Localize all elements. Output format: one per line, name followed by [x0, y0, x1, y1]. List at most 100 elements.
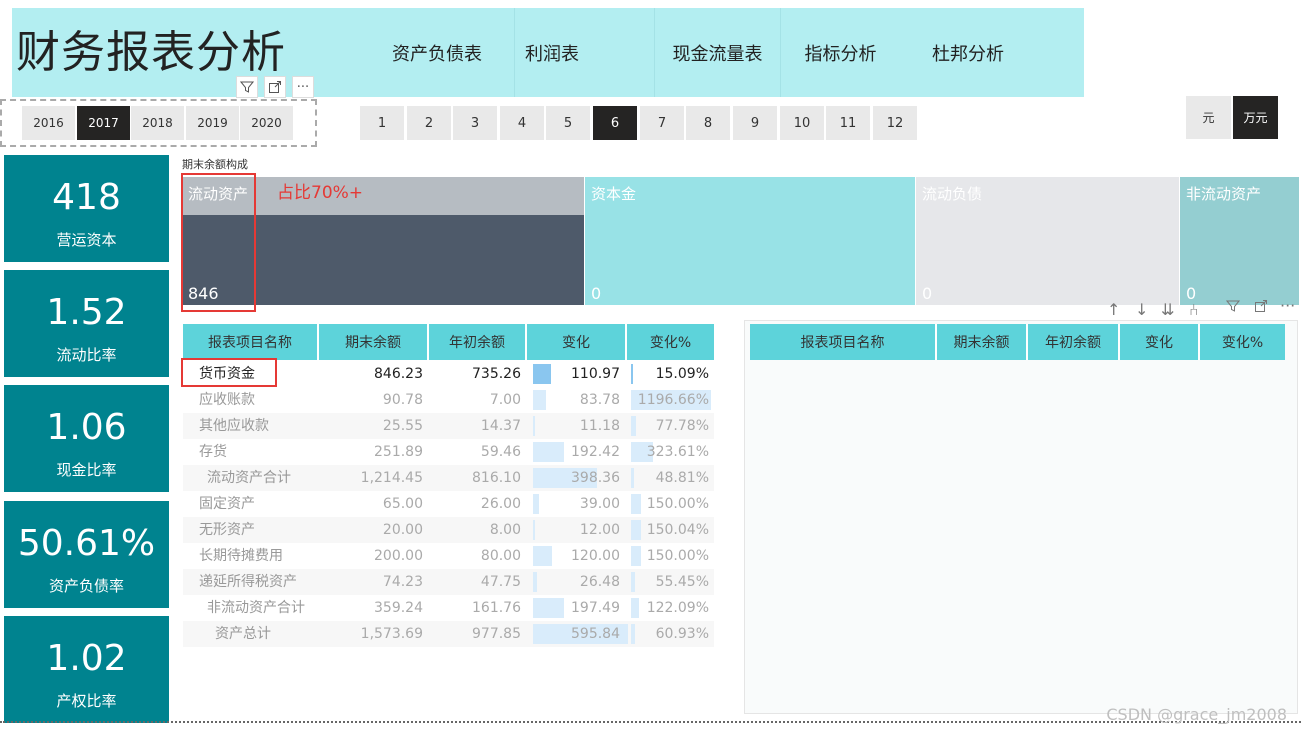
kpi-value: 1.02: [46, 638, 127, 679]
row-change-pct: 48.81%: [655, 470, 709, 486]
drill-icon[interactable]: ⑃: [1189, 300, 1199, 319]
table-more-icon[interactable]: ···: [1280, 296, 1295, 315]
annotation-text: 占比70%+: [277, 183, 364, 203]
table-row[interactable]: 应收账款 90.78 7.00 83.78 1196.66%: [183, 387, 714, 413]
focus-mode-icon[interactable]: [264, 76, 286, 98]
table-row[interactable]: 存货 251.89 59.46 192.42 323.61%: [183, 439, 714, 465]
month-button-10[interactable]: 10: [780, 106, 824, 140]
row-end-balance: 359.24: [374, 600, 423, 616]
treemap-title: 期末余额构成: [182, 158, 248, 171]
table-row[interactable]: 固定资产 65.00 26.00 39.00 150.00%: [183, 491, 714, 517]
row-change-pct: 55.45%: [655, 574, 709, 590]
nav-income-statement[interactable]: 利润表: [514, 8, 654, 97]
comparison-table: [744, 320, 1298, 714]
month-button-9[interactable]: 9: [733, 106, 777, 140]
sort-up-icon[interactable]: ↑: [1107, 300, 1120, 319]
row-end-balance: 200.00: [374, 548, 423, 564]
treemap-tile-current-liabilities[interactable]: 流动负债 0: [916, 177, 1179, 305]
row-end-balance: 20.00: [382, 522, 423, 538]
month-button-8[interactable]: 8: [686, 106, 730, 140]
month-button-11[interactable]: 11: [826, 106, 870, 140]
row-begin-balance: 59.46: [480, 444, 521, 460]
row-change: 12.00: [579, 522, 620, 538]
right-header-change-pct[interactable]: 变化%: [1200, 324, 1285, 360]
table-header-item-name[interactable]: 报表项目名称: [183, 324, 319, 360]
table-header-change-pct[interactable]: 变化%: [627, 324, 714, 360]
expand-down-icon[interactable]: ⇊: [1161, 300, 1174, 319]
watermark: CSDN @grace_jm2008: [1106, 705, 1287, 724]
month-button-12[interactable]: 12: [873, 106, 917, 140]
row-begin-balance: 26.00: [480, 496, 521, 512]
row-name: 应收账款: [199, 392, 255, 408]
kpi-label: 产权比率: [56, 692, 117, 710]
kpi-label: 现金比率: [56, 461, 117, 479]
nav-indicator-analysis[interactable]: 指标分析: [780, 8, 900, 97]
month-button-7[interactable]: 7: [640, 106, 684, 140]
year-button-2020[interactable]: 2020: [240, 106, 293, 140]
row-begin-balance: 8.00: [489, 522, 521, 538]
row-end-balance: 251.89: [374, 444, 423, 460]
year-button-2017[interactable]: 2017: [77, 106, 130, 140]
table-row[interactable]: 资产总计 1,573.69 977.85 595.84 60.93%: [183, 621, 714, 647]
table-header-begin-balance[interactable]: 年初余额: [429, 324, 527, 360]
right-header-end-balance[interactable]: 期末余额: [937, 324, 1028, 360]
kpi-card-equity-ratio: 1.02 产权比率: [4, 616, 169, 723]
year-button-2018[interactable]: 2018: [131, 106, 184, 140]
row-change: 120.00: [571, 548, 620, 564]
filter-icon[interactable]: [236, 76, 258, 98]
nav-cash-flow[interactable]: 现金流量表: [654, 8, 780, 97]
treemap-tile-label: 非流动资产: [1186, 185, 1262, 203]
treemap-tile-non-current-assets[interactable]: 非流动资产 0: [1180, 177, 1299, 305]
month-button-6[interactable]: 6: [593, 106, 637, 140]
kpi-value: 1.52: [46, 292, 127, 333]
unit-button-yuan[interactable]: 元: [1186, 96, 1231, 139]
kpi-value: 1.06: [46, 407, 127, 448]
row-change-pct: 122.09%: [646, 600, 709, 616]
table-row[interactable]: 长期待摊费用 200.00 80.00 120.00 150.00%: [183, 543, 714, 569]
row-end-balance: 74.23: [382, 574, 423, 590]
nav-dupont-analysis[interactable]: 杜邦分析: [900, 8, 1036, 97]
treemap-tile-label: 流动负债: [922, 185, 983, 203]
annotation-box-cash: [181, 358, 277, 387]
right-header-change[interactable]: 变化: [1120, 324, 1200, 360]
kpi-value: 418: [52, 177, 121, 218]
right-header-begin-balance[interactable]: 年初余额: [1028, 324, 1120, 360]
row-name: 流动资产合计: [207, 470, 291, 486]
more-options-icon[interactable]: ···: [292, 76, 314, 98]
table-header-change[interactable]: 变化: [527, 324, 627, 360]
kpi-label: 资产负债率: [48, 577, 124, 595]
table-row[interactable]: 无形资产 20.00 8.00 12.00 150.04%: [183, 517, 714, 543]
year-button-2019[interactable]: 2019: [186, 106, 239, 140]
table-row[interactable]: 流动资产合计 1,214.45 816.10 398.36 48.81%: [183, 465, 714, 491]
row-begin-balance: 7.00: [489, 392, 521, 408]
kpi-value: 50.61%: [17, 523, 156, 564]
month-button-5[interactable]: 5: [546, 106, 590, 140]
month-button-2[interactable]: 2: [407, 106, 451, 140]
treemap-tile-capital[interactable]: 资本金 0: [585, 177, 915, 305]
month-button-1[interactable]: 1: [360, 106, 404, 140]
month-button-3[interactable]: 3: [453, 106, 497, 140]
table-row[interactable]: 非流动资产合计 359.24 161.76 197.49 122.09%: [183, 595, 714, 621]
table-row[interactable]: 其他应收款 25.55 14.37 11.18 77.78%: [183, 413, 714, 439]
row-change: 11.18: [579, 418, 620, 434]
nav-balance-sheet[interactable]: 资产负债表: [360, 8, 514, 97]
sort-down-icon[interactable]: ↓: [1135, 300, 1148, 319]
unit-button-wanyuan[interactable]: 万元: [1233, 96, 1278, 139]
kpi-card-current-ratio: 1.52 流动比率: [4, 270, 169, 377]
row-change-pct: 323.61%: [646, 444, 709, 460]
month-button-4[interactable]: 4: [500, 106, 544, 140]
table-focus-icon[interactable]: [1254, 298, 1268, 317]
table-row[interactable]: 递延所得税资产 74.23 47.75 26.48 55.45%: [183, 569, 714, 595]
row-end-balance: 90.78: [382, 392, 423, 408]
treemap-tile-value: 0: [591, 284, 602, 303]
table-header-end-balance[interactable]: 期末余额: [319, 324, 429, 360]
row-change: 83.78: [579, 392, 620, 408]
kpi-card-cash-ratio: 1.06 现金比率: [4, 385, 169, 492]
row-end-balance: 846.23: [374, 366, 423, 382]
row-name: 固定资产: [199, 496, 255, 512]
row-change: 39.00: [579, 496, 620, 512]
right-header-item-name[interactable]: 报表项目名称: [750, 324, 937, 360]
row-begin-balance: 14.37: [480, 418, 521, 434]
year-button-2016[interactable]: 2016: [22, 106, 75, 140]
table-filter-icon[interactable]: [1225, 298, 1241, 317]
